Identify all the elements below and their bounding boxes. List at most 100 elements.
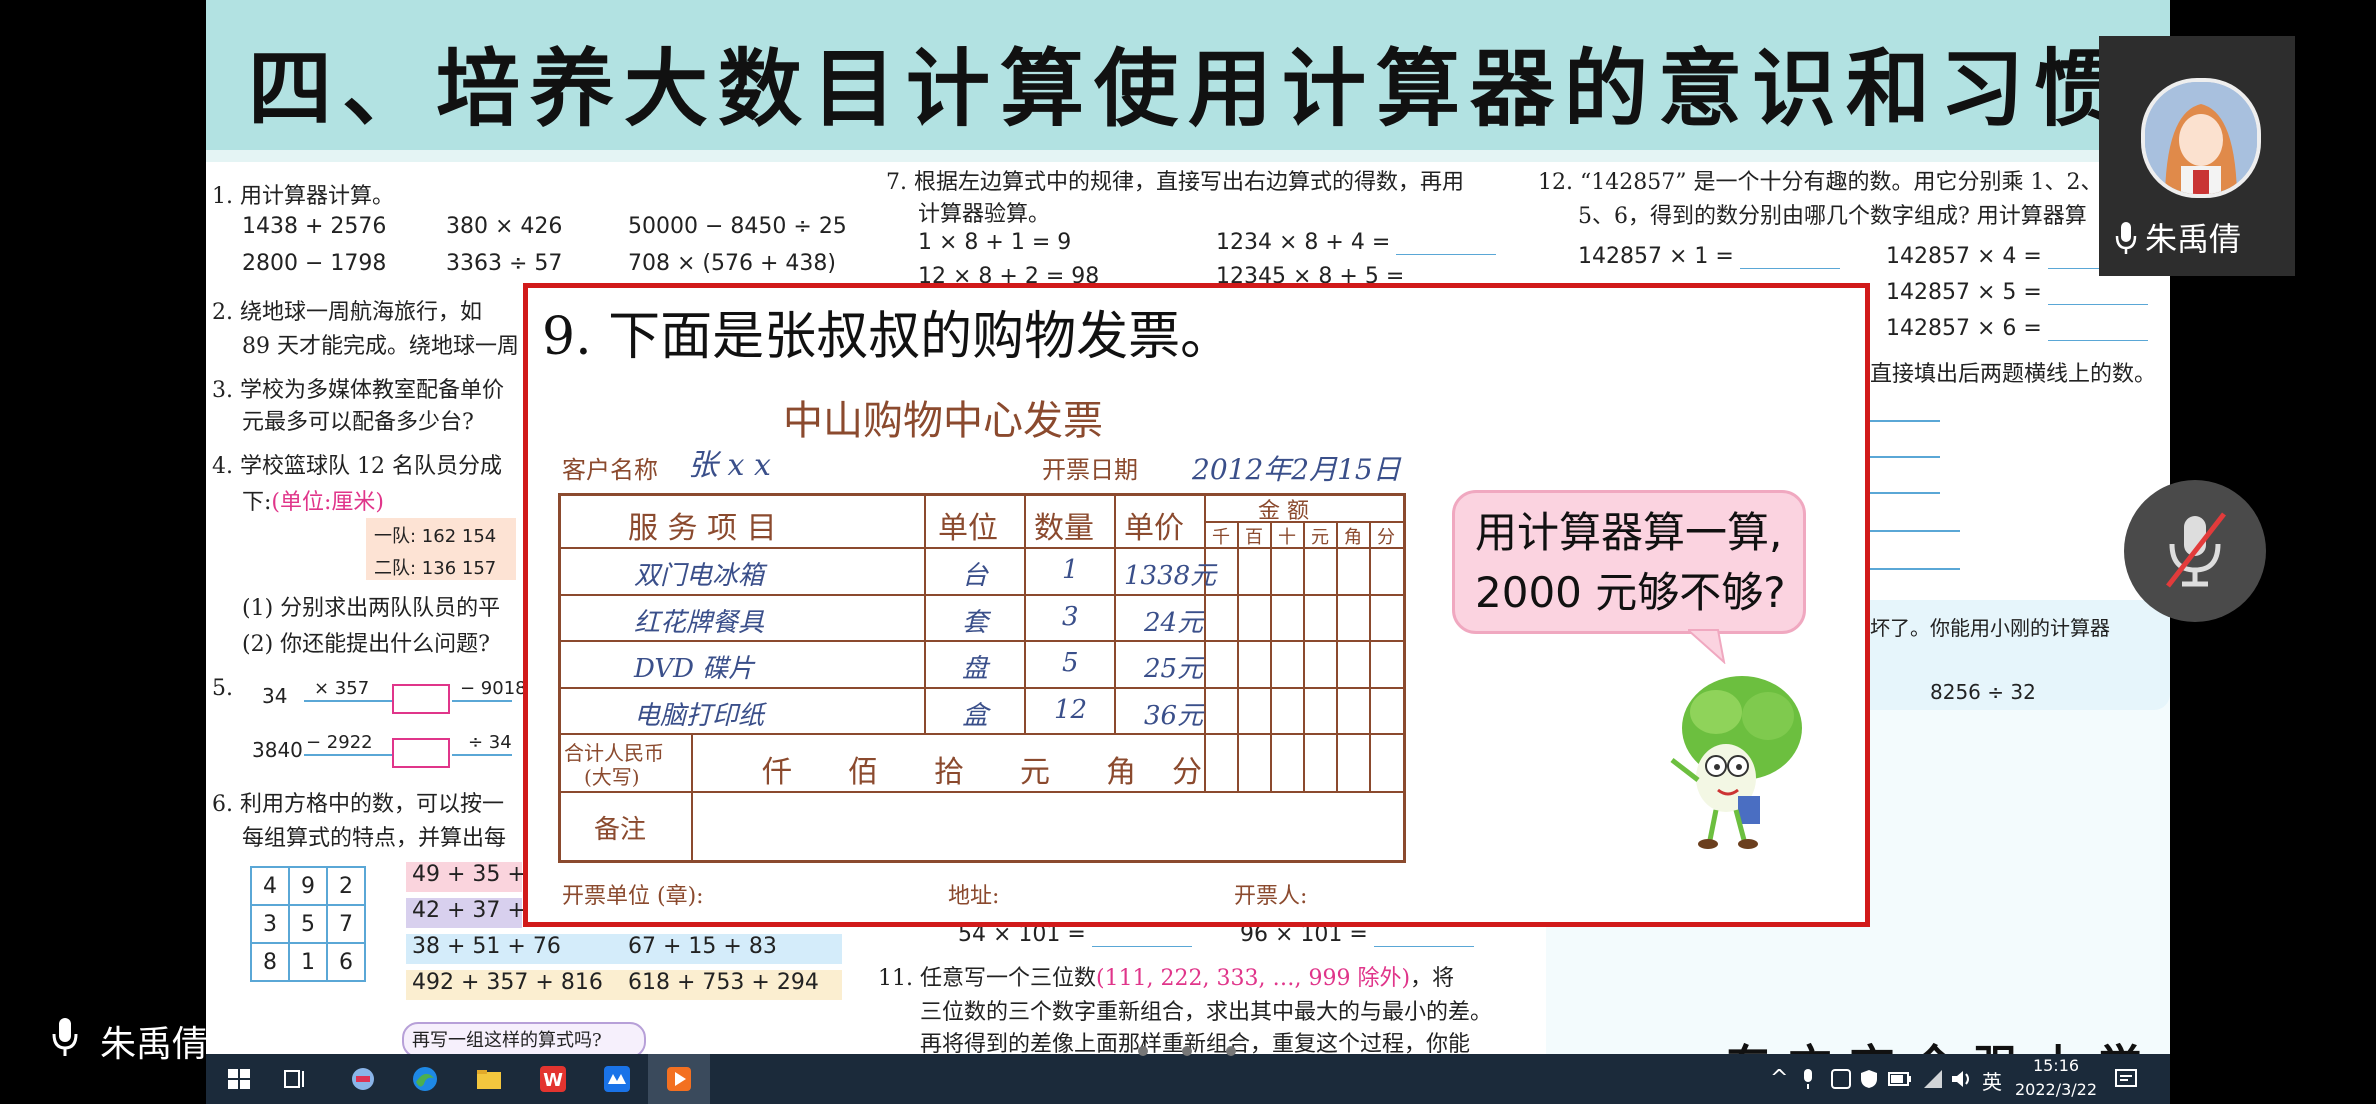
q7-expr: 1 × 8 + 1 = 9	[918, 230, 1072, 255]
q5-answer-box	[392, 738, 450, 768]
amount-col: 元	[1311, 527, 1329, 548]
total-unit: 仟	[762, 755, 792, 790]
row-item: DVD 碟片	[634, 654, 755, 684]
sum-strip: 49 + 35 + 8	[406, 862, 547, 892]
customer-label: 客户名称	[562, 456, 658, 484]
app-icon[interactable]	[348, 1064, 378, 1094]
title-band-divider	[206, 150, 2170, 162]
q11-text: 再将得到的差像上面那样重新组合，重复这个过程，你能	[920, 1032, 1471, 1054]
row-unit: 盒	[962, 701, 989, 731]
answer-line	[1870, 492, 1940, 494]
customer-value: 张 x x	[688, 448, 771, 483]
header-price: 单价	[1124, 511, 1184, 546]
bubble-tail	[1688, 629, 1726, 664]
q5-answer-box	[392, 684, 450, 714]
q5-op: × 357	[314, 678, 370, 699]
file-explorer-icon[interactable]	[474, 1064, 504, 1094]
q4-text: 下:(单位:厘米)	[242, 490, 385, 515]
header-qty: 数量	[1034, 511, 1094, 546]
school-logo-text: 东方市今强小学	[1726, 1030, 2160, 1054]
presentation-app-icon[interactable]	[664, 1064, 694, 1094]
tray-app-icon[interactable]	[1830, 1068, 1852, 1090]
svg-text:W: W	[543, 1070, 563, 1091]
avatar-image-icon	[2145, 82, 2257, 194]
speech-bubble: 用计算器算一算, 2000 元够不够?	[1452, 490, 1806, 634]
grid-cell: 8	[250, 942, 290, 982]
grid-cell: 7	[326, 904, 366, 944]
q12-expr: 142857 × 1 =	[1578, 244, 1840, 269]
popup-title: 9. 下面是张叔叔的购物发票。	[542, 307, 1233, 367]
row-price: 1338元	[1124, 561, 1217, 591]
grid-cell: 4	[250, 866, 290, 906]
grid-cell: 6	[326, 942, 366, 982]
page-indicator-dot	[1226, 1046, 1236, 1056]
q13-text: 坏了。你能用小刚的计算器	[1870, 616, 2110, 640]
mute-button[interactable]	[2124, 480, 2266, 622]
wps-office-icon[interactable]: W	[538, 1064, 568, 1094]
cabbage-mascot-icon	[1670, 676, 1802, 849]
amount-col: 十	[1278, 527, 1296, 548]
q7-text: 7. 根据左边算式中的规律，直接写出右边算式的得数，再用	[886, 170, 1464, 195]
network-icon[interactable]	[1922, 1068, 1944, 1090]
battery-icon[interactable]	[1888, 1070, 1912, 1088]
q4-sub: (1) 分别求出两队队员的平	[242, 596, 501, 621]
q6-hint-text: 再写一组这样的算式吗?	[412, 1030, 602, 1051]
q12-expr: 142857 × 6 =	[1886, 316, 2148, 341]
meeting-app-icon[interactable]	[602, 1064, 632, 1094]
row-item: 电脑打印纸	[634, 701, 765, 731]
q5-arrow	[304, 754, 394, 756]
row-unit: 套	[962, 608, 989, 638]
q3-text: 3. 学校为多媒体教室配备单价	[212, 378, 504, 403]
answer-line	[1870, 456, 1940, 458]
participant-tile[interactable]: 朱禹倩	[2099, 36, 2295, 276]
row-qty: 3	[1062, 602, 1079, 632]
q5-op: − 2922	[306, 732, 373, 753]
share-mic-icon	[52, 1018, 78, 1056]
edge-browser-icon[interactable]	[410, 1064, 440, 1094]
q1-expr: 3363 ÷ 57	[446, 251, 563, 276]
q2-text: 2. 绕地球一周航海旅行，如	[212, 300, 482, 325]
tray-security-icon[interactable]	[1858, 1068, 1880, 1090]
total-unit: 拾	[934, 755, 964, 790]
q12-expr: 142857 × 5 =	[1886, 280, 2148, 305]
q5-arrow	[452, 754, 512, 756]
total-label: (大写)	[584, 765, 640, 789]
q1-expr: 2800 − 1798	[242, 251, 387, 276]
q7-text: 计算器验算。	[918, 202, 1051, 227]
total-unit: 分	[1172, 755, 1202, 790]
row-qty: 1	[1062, 555, 1079, 585]
mic-icon	[2115, 222, 2137, 254]
grid-cell: 9	[288, 866, 328, 906]
q6-text: 每组算式的特点，并算出每	[242, 826, 507, 851]
q1-expr: 708 × (576 + 438)	[628, 251, 836, 276]
ime-indicator[interactable]: 英	[1982, 1066, 2002, 1095]
row-unit: 盘	[962, 654, 989, 684]
q13-expr: 8256 ÷ 32	[1930, 680, 2036, 704]
q5-label: 5.	[212, 676, 233, 701]
header-amount: 金 额	[1258, 499, 1309, 524]
q6-text: 6. 利用方格中的数，可以按一	[212, 792, 504, 817]
task-view-icon[interactable]	[280, 1064, 310, 1094]
q12-text: 12. “142857” 是一个十分有趣的数。用它分别乘 1、2、	[1538, 170, 2103, 195]
notification-icon[interactable]	[2114, 1068, 2138, 1090]
q4-team1: 一队: 162 154	[374, 526, 497, 547]
clock-date[interactable]: 2022/3/22	[2006, 1080, 2106, 1099]
row-unit: 台	[962, 561, 989, 591]
q5-arrow	[304, 700, 394, 702]
q4-unit: (单位:厘米)	[271, 490, 385, 515]
q5-op: − 9018	[460, 678, 527, 699]
answer-line	[1870, 420, 1940, 422]
row-price: 25元	[1144, 654, 1204, 684]
grid-cell: 3	[250, 904, 290, 944]
amount-col: 百	[1245, 527, 1263, 548]
row-price: 24元	[1144, 608, 1204, 638]
header-item: 服 务 项 目	[628, 511, 777, 546]
volume-icon[interactable]	[1950, 1068, 1974, 1090]
amount-col: 千	[1212, 527, 1230, 548]
clock-time[interactable]: 15:16	[2006, 1056, 2106, 1075]
grid-cell: 5	[288, 904, 328, 944]
row-qty: 5	[1062, 648, 1079, 678]
tray-chevron-icon[interactable]: ^	[1770, 1066, 1788, 1091]
windows-start-icon[interactable]	[224, 1064, 254, 1094]
tray-mic-icon[interactable]	[1800, 1068, 1816, 1090]
